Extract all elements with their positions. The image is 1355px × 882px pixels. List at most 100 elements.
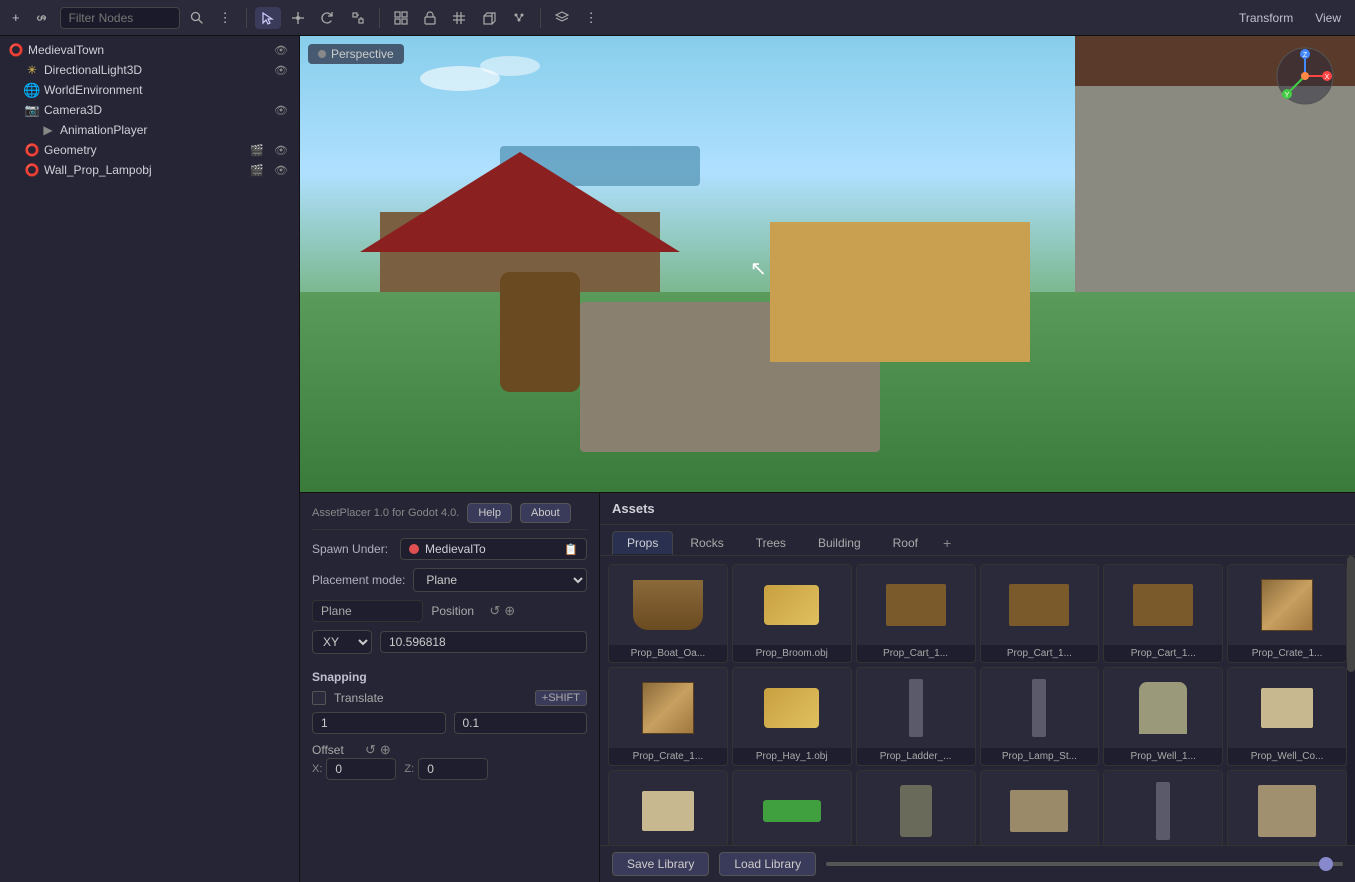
asset-card-prop-well-di[interactable]: Prop_Well_Di...	[608, 770, 728, 845]
tree-item-medieval-town[interactable]: ⭕ MedievalTown 👁	[0, 40, 299, 60]
offset-z-input[interactable]	[418, 758, 488, 780]
separator2	[379, 8, 380, 28]
tab-trees[interactable]: Trees	[741, 531, 801, 555]
asset-card-prop-crate2[interactable]: Prop_Crate_1...	[608, 667, 728, 766]
offset-reset-button[interactable]: ↺	[365, 742, 376, 758]
save-library-button[interactable]: Save Library	[612, 852, 709, 876]
tree-item-world-env[interactable]: 🌐 WorldEnvironment	[0, 80, 299, 100]
lock-button[interactable]	[418, 7, 442, 29]
camera3d-eye[interactable]: 👁	[271, 103, 291, 118]
position-label: Position	[431, 604, 481, 618]
placement-mode-select[interactable]: Plane	[413, 568, 587, 592]
layers-button[interactable]	[549, 7, 575, 29]
transform-button[interactable]: Transform	[1231, 7, 1301, 29]
app-info-text: AssetPlacer 1.0 for Godot 4.0.	[312, 507, 459, 519]
move-tool-button[interactable]	[285, 7, 311, 29]
geometry-eye[interactable]: 👁	[271, 143, 291, 158]
viewport-scene: ↖	[300, 36, 1355, 492]
tree-item-geometry[interactable]: ⭕ Geometry 🎬 👁	[0, 140, 299, 160]
asset-card-prop-cart3[interactable]: Prop_Cart_1...	[1103, 564, 1223, 663]
scale-tool-button[interactable]	[345, 7, 371, 29]
tab-rocks[interactable]: Rocks	[675, 531, 738, 555]
asset-card-prop-well-in[interactable]: Prop_Well_In...	[856, 770, 976, 845]
offset-label: Offset	[312, 743, 357, 757]
offset-add-button[interactable]: ⊕	[380, 742, 391, 758]
asset-card-wall-prop-si[interactable]: Wall_Prop_Si...	[1227, 770, 1347, 845]
asset-card-wall-prop-be[interactable]: Wall_Prop_Be...	[980, 770, 1100, 845]
asset-card-prop-well-co[interactable]: Prop_Well_Co...	[1227, 667, 1347, 766]
offset-z-group: Z:	[404, 758, 488, 780]
wall-prop-icon: ⭕	[24, 162, 40, 178]
tree-item-wall-prop[interactable]: ⭕ Wall_Prop_Lampobj 🎬 👁	[0, 160, 299, 180]
grid-button[interactable]	[446, 7, 472, 29]
geometry-actions: 🎬 👁	[247, 143, 291, 158]
viewport[interactable]: ↖ Perspective Z X	[300, 36, 1355, 492]
zoom-slider-thumb[interactable]	[1319, 857, 1333, 871]
geometry-film[interactable]: 🎬	[247, 143, 267, 158]
about-button[interactable]: About	[520, 503, 571, 523]
asset-card-prop-hay[interactable]: Prop_Hay_1.obj	[732, 667, 852, 766]
asset-card-prop-well-gr[interactable]: Prop_Well_Gr...	[732, 770, 852, 845]
zoom-slider-track	[826, 862, 1343, 866]
view-button[interactable]: View	[1307, 7, 1349, 29]
link-button[interactable]	[30, 7, 56, 29]
add-node-button[interactable]: +	[6, 6, 26, 29]
asset-name-prop-crate1: Prop_Crate_1...	[1228, 645, 1346, 662]
svg-text:Y: Y	[1285, 92, 1290, 99]
app-info-row: AssetPlacer 1.0 for Godot 4.0. Help Abou…	[312, 503, 587, 530]
wall-prop-film[interactable]: 🎬	[247, 163, 267, 178]
medieval-town-icon: ⭕	[8, 42, 24, 58]
wall-prop-eye[interactable]: 👁	[271, 163, 291, 178]
cube-button[interactable]	[476, 7, 502, 29]
position-value-input[interactable]	[380, 631, 587, 653]
tab-building[interactable]: Building	[803, 531, 876, 555]
more-options-button[interactable]: ⋮	[213, 6, 238, 30]
tab-add-button[interactable]: +	[935, 531, 959, 555]
translate-checkbox[interactable]	[312, 691, 326, 705]
asset-thumb-prop-hay	[733, 668, 851, 748]
asset-card-prop-well1[interactable]: Prop_Well_1...	[1103, 667, 1223, 766]
more2-button[interactable]: ⋮	[579, 6, 604, 30]
asset-card-wall-prop-la[interactable]: Wall_Prop_La...	[1103, 770, 1223, 845]
translate-value1-input[interactable]	[312, 712, 446, 734]
scroll-bar[interactable]	[1347, 556, 1355, 845]
layout-button[interactable]	[388, 7, 414, 29]
translate-value2-input[interactable]	[454, 712, 588, 734]
zoom-slider[interactable]	[826, 862, 1343, 866]
tree-item-anim-player[interactable]: ▶ AnimationPlayer	[0, 120, 299, 140]
tree-item-camera3d[interactable]: 📷 Camera3D 👁	[0, 100, 299, 120]
particles-button[interactable]	[506, 7, 532, 29]
rotate-tool-button[interactable]	[315, 7, 341, 29]
tab-roof[interactable]: Roof	[878, 531, 933, 555]
asset-card-prop-ladder[interactable]: Prop_Ladder_...	[856, 667, 976, 766]
spawn-under-field[interactable]: MedievalTo 📋	[400, 538, 587, 560]
medieval-town-eye[interactable]: 👁	[271, 43, 291, 58]
directional-light-eye[interactable]: 👁	[271, 63, 291, 78]
help-button[interactable]: Help	[467, 503, 512, 523]
offset-x-input[interactable]	[326, 758, 396, 780]
position-reset-button[interactable]: ↺	[489, 603, 500, 619]
position-add-button[interactable]: ⊕	[504, 603, 515, 619]
assets-tabs: Props Rocks Trees Building Roof +	[600, 525, 1355, 556]
asset-card-prop-crate1[interactable]: Prop_Crate_1...	[1227, 564, 1347, 663]
tab-props[interactable]: Props	[612, 531, 673, 555]
select-tool-button[interactable]	[255, 7, 281, 29]
asset-card-prop-cart1[interactable]: Prop_Cart_1...	[856, 564, 976, 663]
filter-nodes-input[interactable]	[60, 7, 180, 29]
asset-card-prop-cart2[interactable]: Prop_Cart_1...	[980, 564, 1100, 663]
tree-item-directional-light[interactable]: ✳ DirectionalLight3D 👁	[0, 60, 299, 80]
load-library-button[interactable]: Load Library	[719, 852, 816, 876]
viewport-perspective-label: Perspective	[308, 44, 404, 64]
translate-label: Translate	[334, 691, 527, 705]
search-button[interactable]	[184, 7, 209, 28]
separator	[246, 8, 247, 28]
asset-name-prop-cart2: Prop_Cart_1...	[981, 645, 1099, 662]
directional-light-actions: 👁	[271, 63, 291, 78]
spawn-under-label: Spawn Under:	[312, 542, 392, 556]
axis-value-row: XY XZ YZ	[312, 630, 587, 654]
asset-card-prop-broom[interactable]: Prop_Broom.obj	[732, 564, 852, 663]
axis-select[interactable]: XY XZ YZ	[312, 630, 372, 654]
asset-card-prop-lamp[interactable]: Prop_Lamp_St...	[980, 667, 1100, 766]
asset-card-prop-boat[interactable]: Prop_Boat_Oa...	[608, 564, 728, 663]
asset-name-prop-crate2: Prop_Crate_1...	[609, 748, 727, 765]
